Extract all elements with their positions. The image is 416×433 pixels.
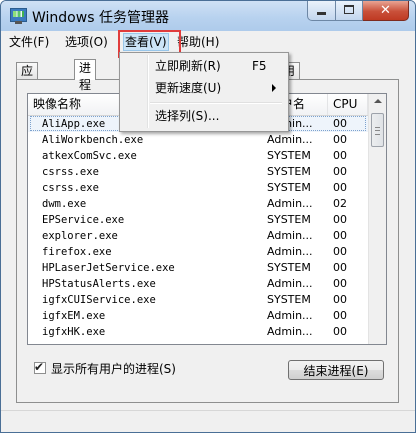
- process-image-name: dwm.exe: [42, 198, 87, 210]
- update-speed-label: 更新速度(U): [155, 81, 222, 95]
- menu-separator: [150, 102, 282, 104]
- process-user-name: Admin...: [267, 277, 313, 290]
- process-image-name: igfxHK.exe: [42, 326, 106, 338]
- process-cpu: 00: [333, 213, 347, 226]
- checkmark-icon: ✔: [34, 360, 45, 374]
- process-cpu: 00: [333, 133, 347, 146]
- task-manager-app-icon: [10, 8, 27, 22]
- end-process-button[interactable]: 结束进程(E): [288, 360, 384, 380]
- close-icon: ✕: [380, 3, 391, 18]
- process-user-name: Admin...: [267, 197, 313, 210]
- tab-processes[interactable]: 进程: [74, 59, 97, 92]
- window-title: Windows 任务管理器: [32, 10, 169, 26]
- menu-view[interactable]: 查看(V): [123, 33, 169, 51]
- menu-file[interactable]: 文件(F): [9, 34, 49, 50]
- scroll-grip-icon: [375, 127, 380, 135]
- process-image-name: EPService.exe: [42, 214, 125, 226]
- column-cpu[interactable]: CPU: [328, 94, 368, 115]
- process-row[interactable]: dwm.exe Admin... 02: [28, 196, 368, 212]
- process-user-name: Admin...: [267, 229, 313, 242]
- menu-bar: 文件(F) 选项(O) 查看(V) 帮助(H): [1, 31, 415, 51]
- menu-options[interactable]: 选项(O): [65, 34, 108, 50]
- maximize-button[interactable]: [336, 1, 363, 21]
- process-user-name: Admin...: [267, 309, 313, 322]
- close-button[interactable]: ✕: [363, 1, 409, 21]
- view-menu-dropdown: 立即刷新(R) F5 更新速度(U) 选择列(S)...: [119, 52, 289, 132]
- process-user-name: SYSTEM: [267, 165, 311, 178]
- process-user-name: SYSTEM: [267, 293, 311, 306]
- process-image-name: atkexComSvc.exe: [42, 150, 137, 162]
- task-manager-window: Windows 任务管理器 ✕ 文件(F) 选项(O) 查看(V) 帮助(H) …: [0, 0, 416, 433]
- process-row[interactable]: csrss.exe SYSTEM 00: [28, 164, 368, 180]
- process-cpu: 00: [333, 293, 347, 306]
- refresh-now-label: 立即刷新(R): [155, 59, 221, 73]
- process-image-name: firefox.exe: [42, 246, 112, 258]
- process-cpu: 02: [333, 197, 347, 210]
- process-row[interactable]: firefox.exe Admin... 00: [28, 244, 368, 260]
- process-row[interactable]: explorer.exe Admin... 00: [28, 228, 368, 244]
- menu-item-refresh-now[interactable]: 立即刷新(R) F5: [122, 55, 284, 77]
- process-image-name: explorer.exe: [42, 230, 118, 242]
- minimize-button[interactable]: [307, 1, 336, 21]
- process-image-name: AliWorkbench.exe: [42, 134, 144, 146]
- caption-buttons: ✕: [307, 1, 409, 21]
- process-user-name: SYSTEM: [267, 261, 311, 274]
- minimize-icon: [317, 12, 326, 15]
- process-image-name: csrss.exe: [42, 166, 99, 178]
- process-image-name: csrss.exe: [42, 182, 99, 194]
- process-cpu: 00: [333, 261, 347, 274]
- process-row[interactable]: AliWorkbench.exe Admin... 00: [28, 132, 368, 148]
- process-user-name: Admin...: [267, 245, 313, 258]
- scroll-up-arrow-icon: [374, 99, 382, 103]
- vertical-scrollbar[interactable]: [368, 94, 386, 344]
- refresh-now-shortcut: F5: [252, 59, 267, 73]
- process-row[interactable]: HPLaserJetService.exe SYSTEM 00: [28, 260, 368, 276]
- process-image-name: igfxCUIService.exe: [42, 294, 156, 306]
- process-cpu: 00: [333, 309, 347, 322]
- process-cpu: 00: [333, 229, 347, 242]
- app-icon-stand: [15, 21, 22, 24]
- process-row[interactable]: HPStatusAlerts.exe Admin... 00: [28, 276, 368, 292]
- process-row[interactable]: igfxCUIService.exe SYSTEM 00: [28, 292, 368, 308]
- process-row[interactable]: igfxHK.exe Admin... 00: [28, 324, 368, 340]
- menu-item-select-columns[interactable]: 选择列(S)...: [122, 105, 284, 127]
- status-bar: [1, 410, 415, 432]
- process-cpu: 00: [333, 117, 347, 130]
- process-row[interactable]: EPService.exe SYSTEM 00: [28, 212, 368, 228]
- scroll-up-button[interactable]: [370, 94, 385, 110]
- show-all-users-checkbox[interactable]: ✔: [34, 360, 46, 374]
- select-columns-label: 选择列(S)...: [155, 109, 220, 123]
- process-user-name: SYSTEM: [267, 181, 311, 194]
- process-row[interactable]: igfxEM.exe Admin... 00: [28, 308, 368, 324]
- process-image-name: HPStatusAlerts.exe: [42, 278, 156, 290]
- show-all-users-label: 显示所有用户的进程(S): [51, 362, 176, 376]
- process-row[interactable]: atkexComSvc.exe SYSTEM 00: [28, 148, 368, 164]
- submenu-arrow-icon: [272, 84, 276, 92]
- process-user-name: Admin...: [267, 133, 313, 146]
- tab-applications[interactable]: 应用程序: [16, 62, 39, 129]
- process-row[interactable]: csrss.exe SYSTEM 00: [28, 180, 368, 196]
- process-cpu: 00: [333, 325, 347, 338]
- process-cpu: 00: [333, 277, 347, 290]
- scroll-thumb[interactable]: [371, 113, 384, 147]
- menu-help[interactable]: 帮助(H): [177, 34, 219, 50]
- process-cpu: 00: [333, 181, 347, 194]
- process-user-name: SYSTEM: [267, 213, 311, 226]
- process-image-name: HPLaserJetService.exe: [42, 262, 175, 274]
- process-user-name: SYSTEM: [267, 149, 311, 162]
- process-cpu: 00: [333, 149, 347, 162]
- process-image-name: igfxEM.exe: [42, 310, 106, 322]
- process-cpu: 00: [333, 245, 347, 258]
- process-user-name: Admin...: [267, 325, 313, 338]
- menu-item-update-speed[interactable]: 更新速度(U): [122, 77, 284, 99]
- maximize-icon: [344, 5, 354, 14]
- process-cpu: 00: [333, 165, 347, 178]
- title-bar[interactable]: Windows 任务管理器 ✕: [1, 1, 415, 31]
